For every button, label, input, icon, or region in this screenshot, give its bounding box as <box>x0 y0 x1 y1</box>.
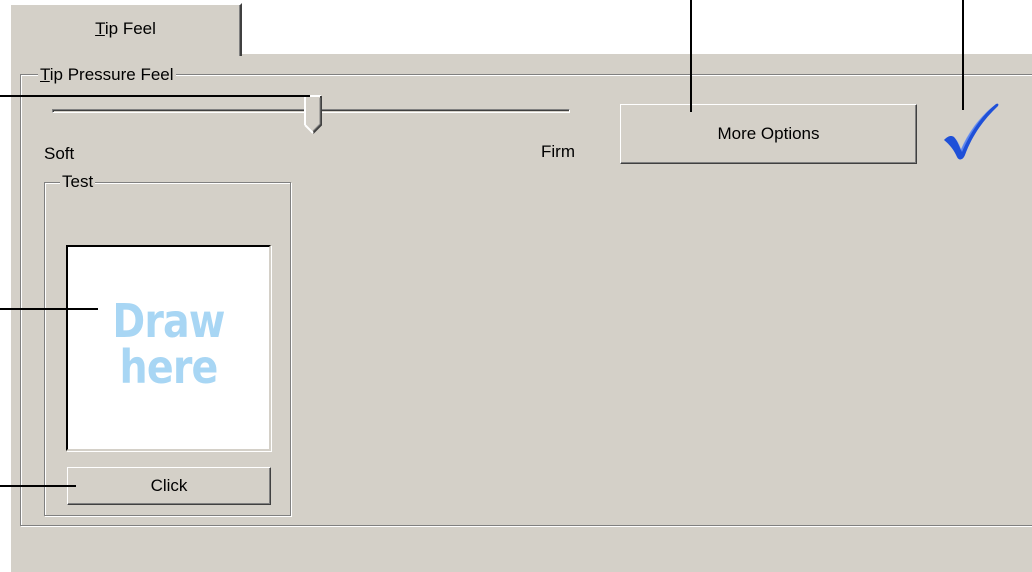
tab-tip-feel[interactable]: Tip Feel <box>9 3 242 56</box>
slider-min-label: Soft <box>44 144 75 163</box>
test-legend: Test <box>60 172 96 192</box>
checkmark-icon <box>944 103 999 160</box>
tab-label: Tip Feel <box>11 19 240 39</box>
slider-max-label: Firm <box>541 142 575 161</box>
draw-area[interactable]: Draw here <box>66 245 271 451</box>
tab-label-rest: ip Feel <box>104 19 156 38</box>
draw-here-line-2: here <box>119 340 219 394</box>
callout-line-checkmark <box>962 0 964 110</box>
tip-pressure-slider-thumb[interactable] <box>304 95 322 135</box>
more-options-button[interactable]: More Options <box>620 104 917 164</box>
callout-line-click <box>0 485 76 487</box>
callout-line-more-options <box>690 0 692 112</box>
callout-line-slider <box>0 95 310 97</box>
tip-pressure-feel-legend: Tip Pressure Feel <box>38 65 176 85</box>
tab-label-mnemonic: T <box>95 19 105 38</box>
callout-line-draw-area <box>0 308 98 310</box>
draw-here-line-1: Draw <box>112 294 225 348</box>
tip-pressure-feel-legend-rest: ip Pressure Feel <box>49 65 174 84</box>
click-button[interactable]: Click <box>67 467 271 505</box>
tip-pressure-feel-legend-mnemonic: T <box>40 65 50 84</box>
